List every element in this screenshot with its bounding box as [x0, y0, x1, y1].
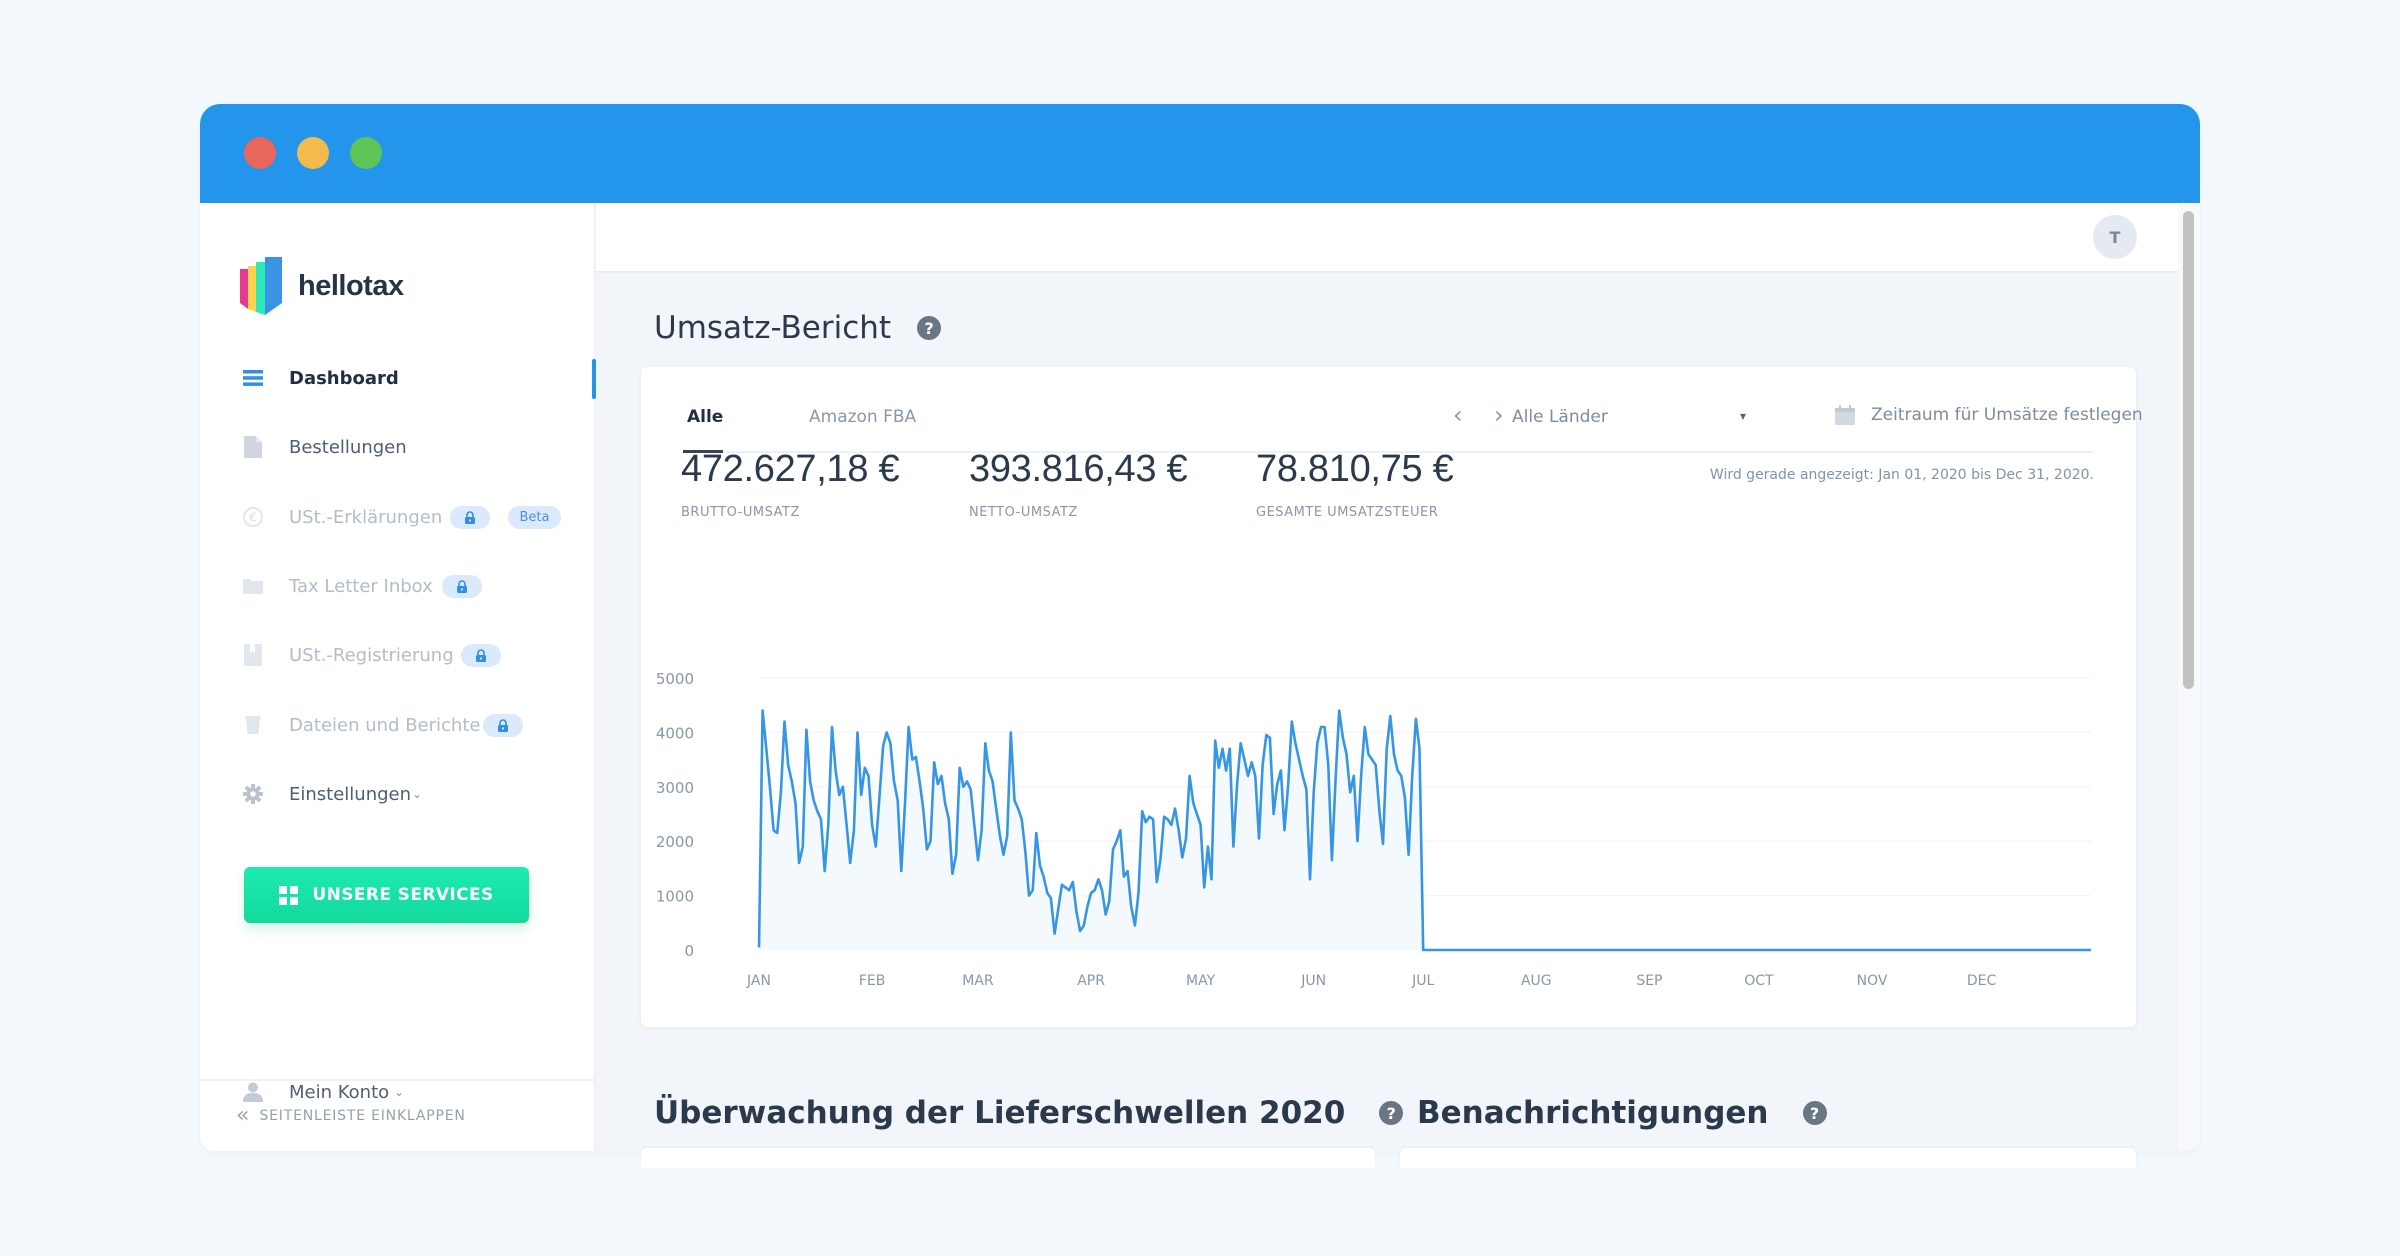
revenue-line-chart: 0 1000 2000 3000 4000 5000 JAN FEB MAR APR MAY JUN J…: [656, 670, 2092, 989]
maximize-window-button[interactable]: [350, 137, 382, 169]
scrollbar-track[interactable]: [2178, 203, 2200, 1151]
minimize-window-button[interactable]: [297, 137, 329, 169]
lock-icon: [457, 579, 467, 593]
close-window-button[interactable]: [244, 137, 276, 169]
lock-icon: [476, 648, 486, 662]
x-tick-label: MAR: [962, 973, 994, 989]
our-services-button[interactable]: UNSERE SERVICES: [244, 867, 529, 923]
section-title-text: Überwachung der Lieferschwellen 2020: [654, 1095, 1346, 1131]
x-tick-label: NOV: [1857, 973, 1888, 989]
notifications-card: [1400, 1148, 2136, 1168]
sidebar-item-dashboard[interactable]: Dashboard: [200, 353, 596, 403]
x-tick-label: SEP: [1636, 973, 1662, 989]
document-icon: [242, 436, 264, 458]
top-header: T: [596, 203, 2178, 273]
collapse-sidebar-button[interactable]: « SEITENLEISTE EINKLAPPEN: [236, 1103, 466, 1128]
sidebar-item-ust-erklaerungen[interactable]: € USt.-Erklärungen Beta: [200, 492, 596, 542]
menu-lines-icon: [242, 367, 264, 389]
sidebar-item-label: Bestellungen: [289, 436, 407, 458]
help-icon[interactable]: ?: [1802, 1101, 1827, 1125]
locked-badge: [442, 574, 482, 598]
euro-refresh-icon: €: [242, 506, 264, 528]
sidebar: hellotax Dashboard Bestellungen € USt.-E…: [200, 203, 596, 1151]
y-tick-label: 1000: [656, 888, 694, 906]
chevron-down-icon: ⌄: [412, 787, 423, 801]
x-tick-label: JUN: [1300, 973, 1326, 989]
x-tick-label: OCT: [1744, 973, 1774, 989]
user-avatar[interactable]: T: [2093, 215, 2137, 259]
page-title-text: Umsatz-Bericht: [654, 310, 892, 346]
page-title: Umsatz-Bericht ?: [654, 310, 942, 346]
y-tick-label: 4000: [656, 724, 694, 742]
locked-badge: [450, 505, 490, 529]
help-icon[interactable]: ?: [917, 316, 942, 340]
grid-icon: [279, 885, 299, 905]
delivery-threshold-card: [641, 1148, 1375, 1168]
gear-icon: [242, 783, 264, 805]
sidebar-item-label: Dashboard: [289, 367, 399, 389]
hellotax-logo-icon: [240, 257, 282, 315]
lock-icon: [465, 510, 475, 524]
x-tick-label: FEB: [859, 973, 886, 989]
sidebar-item-bestellungen[interactable]: Bestellungen: [200, 422, 596, 472]
notifications-title: Benachrichtigungen ?: [1417, 1095, 1827, 1131]
collapse-sidebar: « SEITENLEISTE EINKLAPPEN: [200, 1079, 596, 1151]
y-tick-label: 3000: [656, 779, 694, 797]
sidebar-item-label: USt.-Erklärungen: [289, 506, 443, 528]
sidebar-item-ust-registrierung[interactable]: USt.-Registrierung: [200, 630, 596, 680]
sidebar-item-label: USt.-Registrierung: [289, 644, 454, 666]
lock-icon: [498, 718, 508, 732]
section-title-text: Benachrichtigungen: [1417, 1095, 1769, 1131]
sidebar-item-einstellungen[interactable]: Einstellungen ⌄: [200, 769, 596, 819]
sidebar-item-label: Einstellungen: [289, 783, 412, 805]
x-tick-label: AUG: [1521, 973, 1552, 989]
beta-badge: Beta: [508, 505, 561, 529]
collapse-sidebar-label: SEITENLEISTE EINKLAPPEN: [259, 1107, 466, 1124]
y-tick-label: 2000: [656, 833, 694, 851]
active-indicator: [592, 359, 596, 399]
brand-name: hellotax: [298, 269, 404, 302]
revenue-report-card: Alle Amazon FBA ‹ › Alle Länder ▾ Zeitra…: [641, 367, 2143, 1027]
x-tick-label: JAN: [746, 973, 771, 989]
series-area: [759, 710, 2091, 950]
sidebar-item-dateien-und-berichte[interactable]: Dateien und Berichte: [200, 700, 596, 750]
x-tick-label: DEC: [1967, 973, 1997, 989]
x-tick-label: JUL: [1411, 973, 1434, 989]
sidebar-item-label: Tax Letter Inbox: [289, 575, 433, 597]
locked-badge: [461, 643, 501, 667]
locked-badge: [483, 713, 523, 737]
y-tick-label: 0: [684, 942, 694, 960]
double-chevron-left-icon: «: [236, 1103, 250, 1128]
our-services-label: UNSERE SERVICES: [312, 885, 494, 905]
x-tick-label: APR: [1077, 973, 1105, 989]
sidebar-item-label: Dateien und Berichte: [289, 714, 481, 736]
bookmark-icon: [242, 644, 264, 666]
bin-icon: [242, 714, 264, 736]
folder-icon: [242, 575, 264, 597]
window-titlebar: [200, 104, 2200, 203]
delivery-threshold-title: Überwachung der Lieferschwellen 2020 ?: [654, 1095, 1404, 1131]
help-icon[interactable]: ?: [1379, 1101, 1404, 1125]
y-tick-label: 5000: [656, 670, 694, 688]
x-tick-label: MAY: [1186, 973, 1216, 989]
scrollbar-thumb[interactable]: [2183, 211, 2194, 689]
sidebar-item-tax-letter-inbox[interactable]: Tax Letter Inbox: [200, 561, 596, 611]
svg-text:€: €: [249, 511, 257, 525]
brand-logo[interactable]: hellotax: [240, 257, 404, 315]
